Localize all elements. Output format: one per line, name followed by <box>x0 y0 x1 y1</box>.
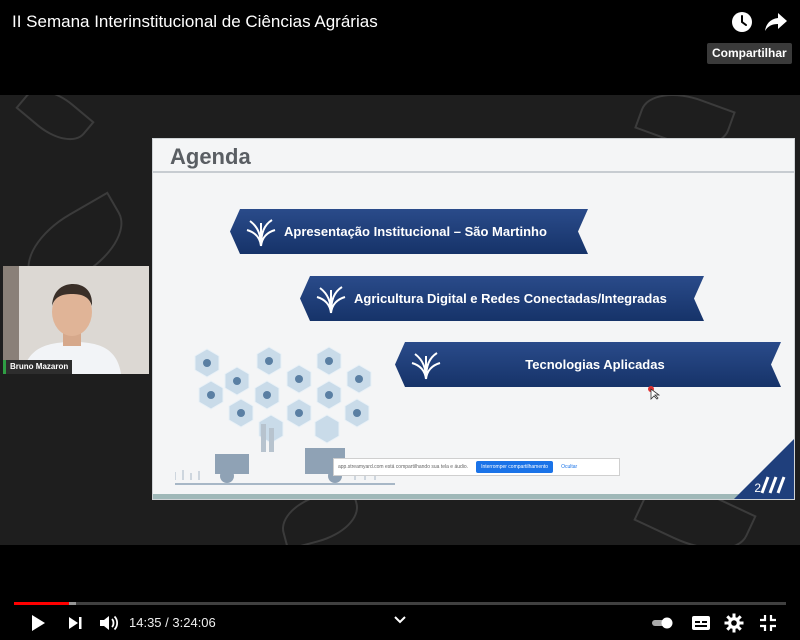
agenda-item-label: Agricultura Digital e Redes Conectadas/I… <box>354 291 667 306</box>
agenda-item-label: Tecnologias Aplicadas <box>525 357 665 372</box>
share-arrow-icon[interactable] <box>764 10 788 34</box>
video-title[interactable]: II Semana Interinstitucional de Ciências… <box>12 12 378 32</box>
play-icon[interactable] <box>26 611 50 635</box>
wheat-logo-icon <box>409 350 443 380</box>
progress-bar[interactable] <box>14 602 786 605</box>
presentation-slide: Agenda Apresentação Institucional – São … <box>152 138 795 500</box>
next-icon[interactable] <box>63 611 87 635</box>
slide-footer-bar <box>153 494 794 499</box>
progress-played <box>14 602 70 605</box>
duration: 3:24:06 <box>172 615 216 630</box>
exit-fullscreen-icon[interactable] <box>756 611 780 635</box>
subtitles-icon[interactable] <box>689 611 713 635</box>
agenda-item-label: Apresentação Institucional – São Martinh… <box>284 224 547 239</box>
wheat-logo-icon <box>314 284 348 314</box>
autoplay-toggle-icon[interactable] <box>650 611 676 635</box>
volume-icon[interactable] <box>97 611 121 635</box>
agenda-item-1: Apresentação Institucional – São Martinh… <box>230 209 588 254</box>
agenda-item-2: Agricultura Digital e Redes Conectadas/I… <box>300 276 704 321</box>
share-bar-message: app.streamyard.com está compartilhando s… <box>338 464 469 470</box>
current-time: 14:35 <box>129 615 162 630</box>
presenter-name-tag: Bruno Mazaron <box>3 360 73 374</box>
settings-gear-icon[interactable] <box>722 611 746 635</box>
agenda-item-3: Tecnologias Aplicadas <box>395 342 781 387</box>
time-separator: / <box>161 615 173 630</box>
wheat-logo-icon <box>244 217 278 247</box>
clock-icon[interactable] <box>730 10 754 34</box>
share-tooltip: Compartilhar <box>707 43 792 64</box>
stop-sharing-button[interactable]: Interromper compartilhamento <box>476 461 554 473</box>
presenter-silhouette <box>3 266 149 374</box>
slide-page-number: 2 <box>754 481 761 495</box>
background-leaf-decoration <box>15 95 95 153</box>
time-display: 14:35 / 3:24:06 <box>129 615 216 630</box>
sao-martinho-logo-icon <box>734 439 794 499</box>
presenter-webcam <box>3 266 149 374</box>
slide-divider <box>153 171 794 173</box>
screen-share-notification: app.streamyard.com está compartilhando s… <box>333 458 620 476</box>
chevron-down-icon[interactable] <box>388 608 412 632</box>
hide-share-bar-button[interactable]: Ocultar <box>561 464 577 470</box>
mouse-cursor-icon <box>648 386 660 400</box>
slide-title: Agenda <box>170 144 251 169</box>
